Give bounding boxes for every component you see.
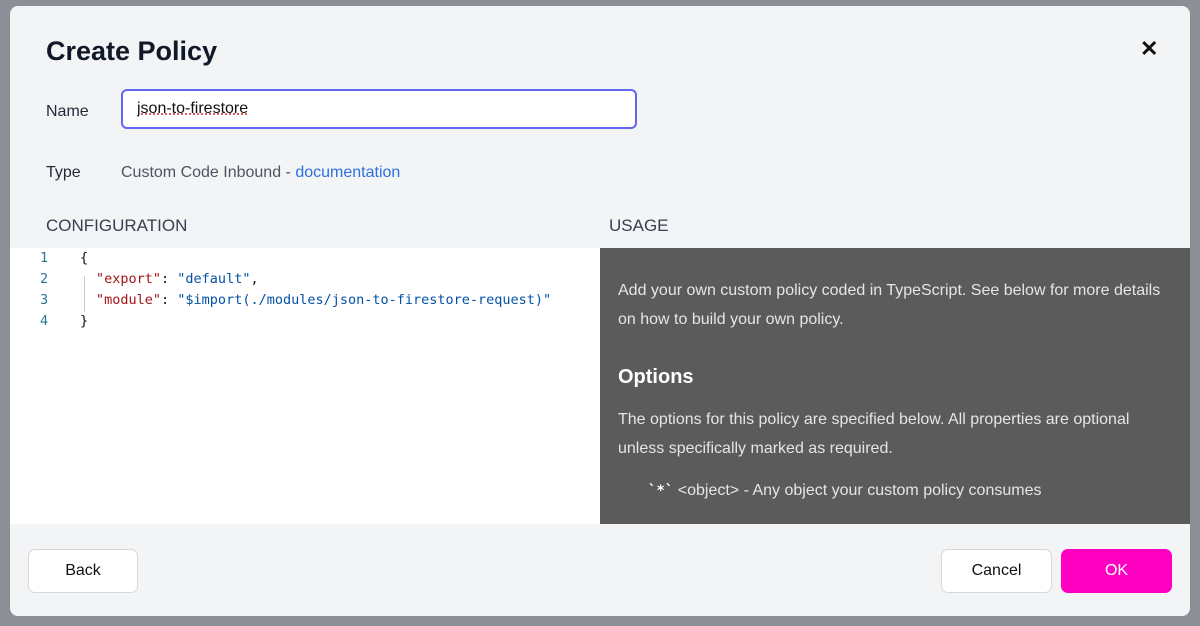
code-editor[interactable]: 1 { 2 "export": "default", 3 "module": "$im… [10, 248, 600, 524]
line-number: 4 [40, 313, 49, 329]
cancel-button[interactable]: Cancel [941, 549, 1052, 593]
json-sep: : [161, 271, 178, 287]
ok-button[interactable]: OK [1061, 549, 1172, 593]
dialog-title: Create Policy [46, 36, 218, 66]
documentation-link[interactable]: documentation [295, 164, 400, 181]
code-text: } [80, 313, 89, 329]
json-comma: , [250, 271, 259, 287]
code-text: "module": "$import(./modules/json-to-fir… [96, 290, 551, 311]
json-key: "export" [96, 271, 162, 287]
back-button[interactable]: Back [28, 549, 138, 593]
configuration-heading: CONFIGURATION [46, 216, 188, 235]
name-label: Name [46, 103, 89, 120]
code-text: "export": "default", [96, 269, 259, 290]
code-text: { [80, 250, 89, 266]
type-value: Custom Code Inbound - documentation [121, 164, 400, 182]
option-code: `*` [648, 483, 674, 499]
json-key: "module" [96, 292, 162, 308]
line-number: 3 [40, 292, 49, 308]
usage-panel: Add your own custom policy coded in Type… [600, 248, 1190, 524]
usage-intro: Add your own custom policy coded in Type… [618, 282, 1161, 328]
indent-guide [84, 276, 85, 312]
line-number: 2 [40, 271, 49, 287]
json-sep: : [161, 292, 178, 308]
options-heading: Options [618, 366, 694, 388]
usage-heading: USAGE [609, 216, 669, 235]
options-text: The options for this policy are specifie… [618, 411, 1130, 457]
name-input[interactable] [121, 89, 637, 129]
create-policy-dialog: Create Policy ✕ Name Type Custom Code In… [10, 6, 1190, 616]
option-description: <object> - Any object your custom policy… [673, 482, 1042, 499]
line-number: 1 [40, 250, 49, 266]
option-item: `*` <object> - Any object your custom po… [648, 482, 1041, 500]
close-icon[interactable]: ✕ [1140, 36, 1158, 62]
type-label: Type [46, 164, 81, 181]
json-value: "default" [177, 271, 251, 287]
json-value: "$import(./modules/json-to-firestore-req… [177, 292, 552, 308]
type-text: Custom Code Inbound - [121, 164, 296, 181]
